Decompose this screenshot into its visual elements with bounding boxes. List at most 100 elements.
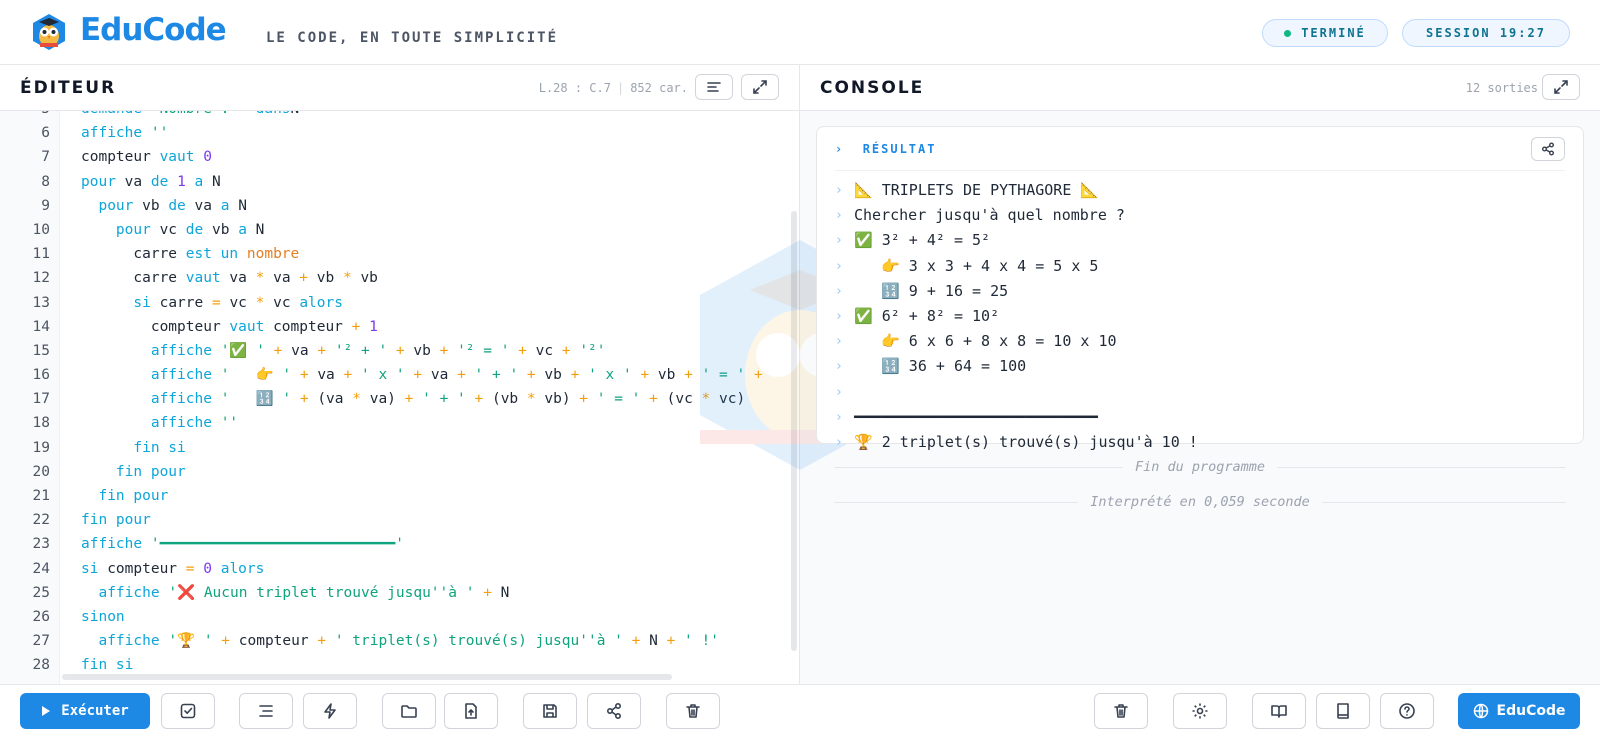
format-code-button[interactable] <box>695 74 733 100</box>
code-line[interactable]: 24 si compteur = 0 alors <box>0 557 799 581</box>
chevron-right-icon: › <box>835 434 843 450</box>
code-token: vb <box>316 270 343 287</box>
code-token: * <box>526 391 545 408</box>
code-token: 0 <box>203 560 221 577</box>
line-number: 28 <box>32 657 50 674</box>
settings-button[interactable] <box>1173 693 1227 729</box>
clear-console-button[interactable] <box>1094 693 1148 729</box>
save-button[interactable] <box>523 693 577 729</box>
share-result-button[interactable] <box>1531 137 1565 161</box>
code-token: pour <box>81 173 125 190</box>
output-line: › 🏆 2 triplet(s) trouvé(s) jusqu'à 10 ! <box>835 430 1565 455</box>
check-button[interactable] <box>161 693 215 729</box>
code-line[interactable]: 16 affiche ' 👉 ' + va + ' x ' + va + ' +… <box>0 363 799 387</box>
quick-action-button[interactable] <box>303 693 357 729</box>
code-line[interactable]: 8 pour va de 1 a N <box>0 170 799 194</box>
code-line[interactable]: 25 affiche '❌ Aucun triplet trouvé jusqu… <box>0 581 799 605</box>
lightning-icon <box>324 703 336 719</box>
import-file-button[interactable] <box>444 693 498 729</box>
code-line[interactable]: 21 fin pour <box>0 484 799 508</box>
line-number: 22 <box>32 512 50 529</box>
code-line[interactable]: 20 fin pour <box>0 460 799 484</box>
code-line[interactable]: 10 pour vc de vb a N <box>0 218 799 242</box>
code-line[interactable]: 15 affiche '✅ ' + va + '² + ' + vb + '² … <box>0 339 799 363</box>
expand-editor-button[interactable] <box>741 74 779 100</box>
code-token: vc <box>273 294 300 311</box>
code-line[interactable]: 9 pour vb de va a N <box>0 194 799 218</box>
code-token: N <box>500 584 510 601</box>
line-number: 21 <box>32 488 50 504</box>
code-token: vaut <box>185 270 230 287</box>
code-text: si carre = vc * vc alors <box>81 291 343 315</box>
line-number: 9 <box>41 197 50 214</box>
char-count: 852 car. <box>630 81 688 95</box>
line-number: 11 <box>32 246 50 263</box>
output-text: ✅ 6² + 8² = 10² <box>854 306 1000 325</box>
editor-horizontal-scrollbar[interactable] <box>62 674 672 680</box>
examples-button[interactable] <box>1316 693 1370 729</box>
code-line[interactable]: 14 compteur vaut compteur + 1 <box>0 315 799 339</box>
code-line[interactable]: 11 carre est un nombre <box>0 242 799 266</box>
code-line[interactable]: 17 affiche ' 🔢 ' + (va * va) + ' + ' + (… <box>0 387 799 411</box>
output-text: 🔢 36 + 64 = 100 <box>854 357 1027 376</box>
code-token: pour <box>115 221 160 238</box>
run-button[interactable]: Exécuter <box>20 693 150 729</box>
expand-console-button[interactable] <box>1542 74 1580 100</box>
clear-code-button[interactable] <box>666 693 720 729</box>
code-line[interactable]: 26 sinon <box>0 605 799 629</box>
code-token: va <box>229 270 256 287</box>
code-token: de <box>150 173 178 190</box>
check-square-icon <box>180 703 196 719</box>
code-text: fin pour <box>81 484 168 508</box>
code-token: si <box>81 560 108 577</box>
code-line[interactable]: 27 affiche '🏆 ' + compteur + ' triplet(s… <box>0 629 799 653</box>
code-line[interactable]: 22 fin pour <box>0 508 799 532</box>
code-line[interactable]: 6 affiche '' <box>0 121 799 145</box>
code-text: compteur vaut compteur + 1 <box>81 315 378 339</box>
note-rule-right <box>1277 466 1567 468</box>
code-token: fin si <box>81 657 134 674</box>
code-token: alors <box>220 560 265 577</box>
expand-icon <box>1554 80 1568 94</box>
code-token: + <box>395 342 414 359</box>
code-token: vb) <box>544 391 580 408</box>
indent-button[interactable] <box>239 693 293 729</box>
code-token: carre <box>81 246 186 263</box>
code-token: ' = ' <box>596 391 650 408</box>
brand-name: EduCode <box>80 12 227 48</box>
code-token: + <box>299 391 318 408</box>
code-line[interactable]: 7 compteur vaut 0 <box>0 145 799 169</box>
educode-button[interactable]: EduCode <box>1458 693 1580 729</box>
line-number: 25 <box>32 584 50 601</box>
code-token: 1 <box>177 173 195 190</box>
help-button[interactable] <box>1380 693 1434 729</box>
code-token: va <box>194 197 221 214</box>
code-token: + <box>483 584 501 601</box>
code-line[interactable]: 18 affiche '' <box>0 411 799 435</box>
open-file-button[interactable] <box>382 693 436 729</box>
docs-button[interactable] <box>1252 693 1306 729</box>
code-token: sinon <box>81 608 125 625</box>
code-editor[interactable]: 5demande 'Nombre : ' dansN6affiche ''7co… <box>0 111 799 684</box>
line-number: 19 <box>32 439 50 456</box>
code-line[interactable]: 23 affiche '━━━━━━━━━━━━━━━━━━━━━━━━━━━' <box>0 532 799 556</box>
code-token: est un <box>185 246 247 263</box>
code-token: = <box>185 560 204 577</box>
code-line[interactable]: 13 si carre = vc * vc alors <box>0 291 799 315</box>
code-line[interactable]: 5 demande 'Nombre : ' dansN <box>0 111 799 121</box>
code-text: pour vc de vb a N <box>81 218 264 242</box>
result-card: › RÉSULTAT › 📐 TRIPLETS DE PYTHAGORE 📐 › Ch… <box>816 126 1584 451</box>
note-rule-right <box>1321 501 1567 503</box>
editor-title: ÉDITEUR <box>20 78 117 98</box>
expand-icon <box>753 80 767 94</box>
code-line[interactable]: 12 carre vaut va * va + vb * vb <box>0 266 799 290</box>
indent-icon <box>259 705 273 717</box>
trash-icon <box>686 704 700 718</box>
code-text: affiche '' <box>81 121 168 145</box>
share-button[interactable] <box>587 693 641 729</box>
line-number: 20 <box>32 463 50 480</box>
code-token: '' <box>220 415 239 432</box>
code-line[interactable]: 19 fin si <box>0 436 799 460</box>
